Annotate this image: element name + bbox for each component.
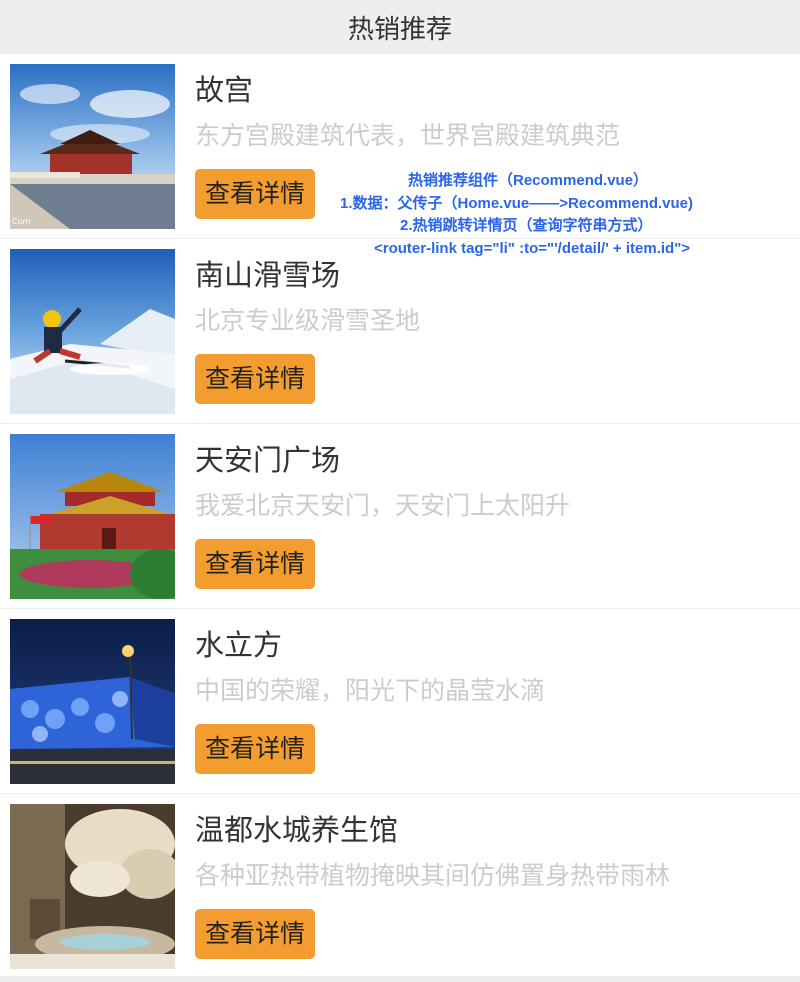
list-item[interactable]: 水立方 中国的荣耀，阳光下的晶莹水滴 查看详情 [0,609,800,794]
item-title: 故宫 [195,73,254,107]
item-description: 各种亚热带植物掩映其间仿佛置身热带雨林 [195,861,671,890]
annotation-line: 2.热销跳转详情页（查询字符串方式） [400,217,653,234]
thumbnail-image: Com [10,64,175,229]
item-title: 天安门广场 [195,443,341,477]
view-details-button[interactable]: 查看详情 [195,539,316,589]
view-details-button[interactable]: 查看详情 [195,909,316,959]
list-item[interactable]: 温都水城养生馆 各种亚热带植物掩映其间仿佛置身热带雨林 查看详情 [0,794,800,979]
annotation-line: 1.数据：父传子（Home.vue——>Recommend.vue) [340,194,693,212]
view-details-button[interactable]: 查看详情 [195,169,316,219]
thumbnail-image [10,804,175,969]
item-title: 水立方 [195,628,283,662]
item-description: 北京专业级滑雪圣地 [195,306,421,335]
list-item[interactable]: 南山滑雪场 北京专业级滑雪圣地 查看详情 [0,239,800,424]
watermark-text: Com [12,217,30,226]
recommend-page: 热销推荐 Com 故宫 东方宫殿建筑代表，世界宫殿建筑典范 查看详情 南山滑雪场… [0,0,800,982]
annotation-line: <router-link tag="li" :to="'/detail/' + … [374,239,691,257]
view-details-button[interactable]: 查看详情 [195,724,316,774]
thumbnail-image [10,249,175,414]
bottom-divider [0,976,800,982]
annotation-overlay: 热销推荐组件（Recommend.vue） 1.数据：父传子（Home.vue—… [340,170,780,260]
list-item[interactable]: 天安门广场 我爱北京天安门，天安门上太阳升 查看详情 [0,424,800,609]
item-description: 我爱北京天安门，天安门上太阳升 [195,491,571,520]
item-description: 东方宫殿建筑代表，世界宫殿建筑典范 [195,121,621,150]
annotation-line: 热销推荐组件（Recommend.vue） [408,172,649,189]
view-details-button[interactable]: 查看详情 [195,354,316,404]
item-description: 中国的荣耀，阳光下的晶莹水滴 [195,676,546,705]
thumbnail-image [10,434,175,599]
item-title: 温都水城养生馆 [195,813,399,847]
thumbnail-image [10,619,175,784]
page-title: 热销推荐 [0,0,800,54]
